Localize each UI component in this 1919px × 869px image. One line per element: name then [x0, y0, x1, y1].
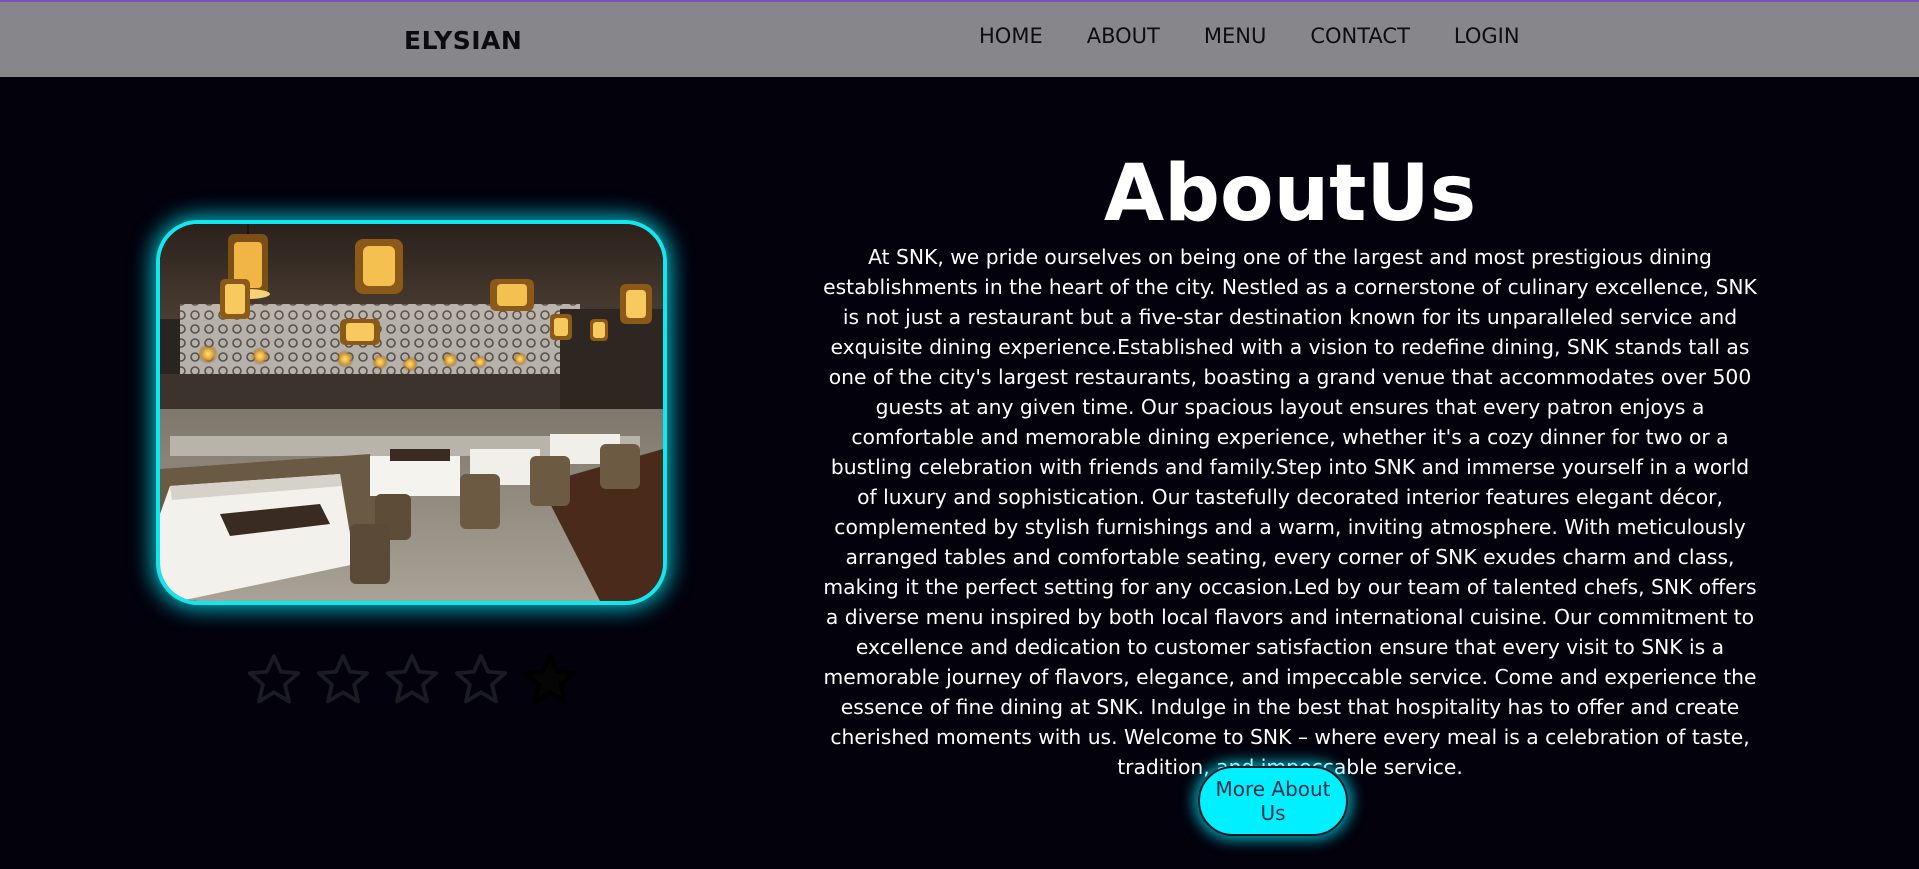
nav-menu: HOME ABOUT MENU CONTACT LOGIN [979, 24, 1520, 48]
nav-link-contact[interactable]: CONTACT [1310, 24, 1410, 48]
brand-logo[interactable]: ELYSIAN [404, 26, 522, 55]
star-icon[interactable] [521, 650, 579, 708]
nav-link-menu[interactable]: MENU [1204, 24, 1266, 48]
star-icon[interactable] [314, 650, 372, 708]
nav-link-about[interactable]: ABOUT [1087, 24, 1160, 48]
nav-link-login[interactable]: LOGIN [1454, 24, 1520, 48]
page-title: AboutUs [1103, 149, 1477, 240]
nav-link-home[interactable]: HOME [979, 24, 1043, 48]
rating-stars [245, 650, 579, 708]
star-icon[interactable] [383, 650, 441, 708]
restaurant-photo [160, 224, 663, 601]
more-about-us-button[interactable]: More About Us [1198, 766, 1348, 836]
about-paragraph: At SNK, we pride ourselves on being one … [823, 245, 1757, 780]
navbar: ELYSIAN HOME ABOUT MENU CONTACT LOGIN [0, 2, 1919, 77]
star-icon[interactable] [452, 650, 510, 708]
restaurant-interior-illustration [160, 224, 663, 601]
star-icon[interactable] [245, 650, 303, 708]
